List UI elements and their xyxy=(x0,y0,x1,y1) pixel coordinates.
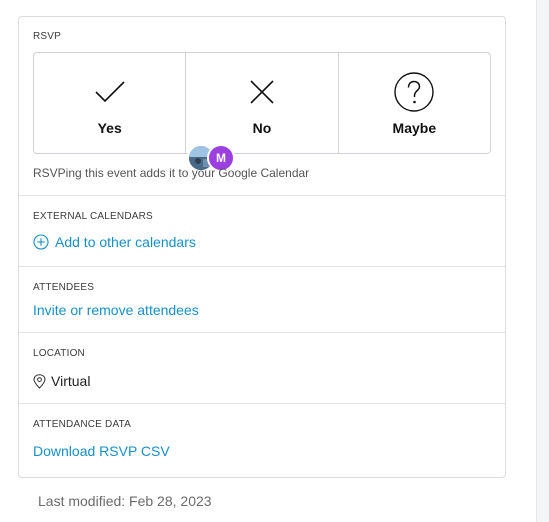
rsvp-label: RSVP xyxy=(33,31,62,42)
plus-circle-icon xyxy=(33,234,49,250)
event-details-card: RSVP Yes No Maybe M RSVPing this event a… xyxy=(18,16,506,478)
rsvp-calendar-note: RSVPing this event adds it to your Googl… xyxy=(33,166,310,180)
rsvp-options: Yes No Maybe xyxy=(33,52,491,154)
location-label: LOCATION xyxy=(33,348,85,359)
x-icon xyxy=(250,80,274,104)
attendance-data-section: ATTENDANCE DATA Download RSVP CSV xyxy=(19,403,505,478)
last-modified-text: Last modified: Feb 28, 2023 xyxy=(38,493,212,509)
map-pin-icon xyxy=(33,373,46,389)
rsvp-no-label: No xyxy=(252,120,272,136)
location-section: LOCATION Virtual xyxy=(19,332,505,404)
rsvp-yes-button[interactable]: Yes xyxy=(34,53,185,153)
location-value: Virtual xyxy=(51,373,91,389)
location-value-row: Virtual xyxy=(33,373,90,389)
attendees-label: ATTENDEES xyxy=(33,282,95,293)
rsvp-yes-label: Yes xyxy=(97,120,122,136)
invite-attendees-link[interactable]: Invite or remove attendees xyxy=(33,302,199,318)
attendance-data-label: ATTENDANCE DATA xyxy=(33,419,132,430)
rsvp-no-button[interactable]: No xyxy=(185,53,337,153)
side-panel-edge xyxy=(536,0,549,522)
add-to-calendars-label: Add to other calendars xyxy=(55,234,196,250)
check-icon xyxy=(95,81,125,103)
download-rsvp-csv-link[interactable]: Download RSVP CSV xyxy=(33,443,170,459)
external-calendars-label: EXTERNAL CALENDARS xyxy=(33,211,153,222)
attendees-section: ATTENDEES Invite or remove attendees xyxy=(19,266,505,333)
rsvp-maybe-button[interactable]: Maybe xyxy=(337,53,490,153)
rsvp-maybe-label: Maybe xyxy=(392,120,437,136)
add-to-calendars-link[interactable]: Add to other calendars xyxy=(33,234,196,250)
external-calendars-section: EXTERNAL CALENDARS Add to other calendar… xyxy=(19,195,505,267)
question-circle-icon xyxy=(394,72,435,112)
